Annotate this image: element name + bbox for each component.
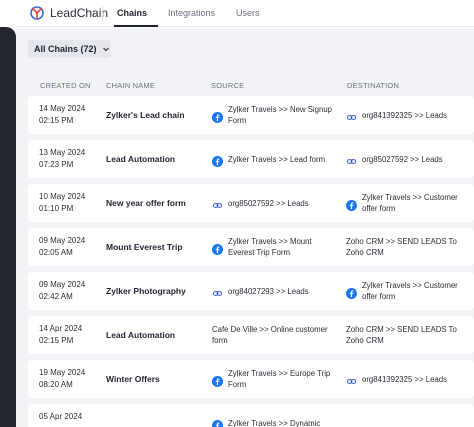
destination-text: org85027592 >> Leads	[362, 154, 443, 164]
created-on: 05 Apr 2024	[39, 411, 82, 423]
chain-destination: Zoho CRM >> SEND LEADS To Zoho CRM	[346, 316, 474, 354]
source-text: Zylker Travels >> Dynamic	[228, 418, 321, 427]
created-time: 07:23 PM	[39, 160, 74, 169]
created-time: 02:05 AM	[39, 248, 73, 257]
side-panel-edge	[0, 27, 16, 427]
column-header-chain-name: CHAIN NAME	[106, 81, 156, 90]
source-text: Zylker Travels >> Mount Everest Trip For…	[228, 237, 312, 257]
created-date: 09 May 2024	[39, 236, 86, 245]
webhook-icon	[346, 110, 357, 121]
table-row[interactable]: 09 May 2024 02:42 AM Zylker Photography org…	[28, 272, 474, 310]
source-text: Zylker Travels >> New Signup Form	[228, 105, 333, 125]
chain-name: Zylker's Lead chain	[106, 110, 185, 120]
destination-text: Zoho CRM >> SEND LEADS To Zoho CRM	[346, 237, 457, 257]
tab-integrations[interactable]: Integrations	[168, 8, 215, 18]
chain-source: org84027293 >> Leads	[212, 272, 338, 310]
facebook-icon	[212, 242, 223, 255]
app-name: LeadChain	[50, 6, 109, 20]
chain-source: Zylker Travels >> Mount Everest Trip For…	[212, 228, 338, 266]
created-on: 19 May 2024 08:20 AM	[39, 367, 85, 391]
destination-text: org841392325 >> Leads	[362, 110, 447, 120]
chain-source: Zylker Travels >> Dynamic	[212, 404, 338, 427]
tab-users[interactable]: Users	[236, 8, 260, 18]
created-on: 14 Apr 2024 02:15 PM	[39, 323, 82, 347]
facebook-icon	[212, 154, 223, 167]
table-row[interactable]: 05 Apr 2024 Zylker Travels >> Dynamic	[28, 404, 474, 427]
chain-destination: org841392325 >> Leads	[346, 96, 474, 134]
created-time: 02:42 AM	[39, 292, 73, 301]
source-text: Zylker Travels >> Europe Trip Form	[228, 369, 331, 389]
chain-source: Zylker Travels >> New Signup Form	[212, 96, 338, 134]
chain-source: Zylker Travels >> Europe Trip Form	[212, 360, 338, 398]
destination-text: Zylker Travels >> Customer offer form	[362, 193, 458, 213]
created-on: 09 May 2024 02:05 AM	[39, 235, 85, 259]
chain-filter-dropdown[interactable]: All Chains (72)	[28, 40, 111, 58]
table-row[interactable]: 09 May 2024 02:05 AM Mount Everest Trip Zyl…	[28, 228, 474, 266]
table-row[interactable]: 14 Apr 2024 02:15 PM Lead Automation Cafe D…	[28, 316, 474, 354]
created-date: 05 Apr 2024	[39, 412, 83, 421]
created-time: 02:15 PM	[39, 116, 74, 125]
created-date: 14 Apr 2024	[39, 324, 83, 333]
column-header-source: SOURCE	[211, 81, 245, 90]
facebook-icon	[346, 198, 357, 211]
chains-panel: All Chains (72) CREATED ON CHAIN NAME SO…	[16, 28, 474, 427]
destination-text: org841392325 >> Leads	[362, 374, 447, 384]
created-date: 14 May 2024	[39, 104, 86, 113]
brand-divider	[102, 6, 103, 21]
leadchain-logo-icon	[30, 6, 44, 20]
source-text: org85027592 >> Leads	[228, 198, 309, 208]
chain-name: Lead Automation	[106, 330, 176, 340]
destination-text: Zylker Travels >> Customer offer form	[362, 281, 458, 301]
table-row[interactable]: 13 May 2024 07:23 PM Lead Automation Zylker…	[28, 140, 474, 178]
chain-source: Zylker Travels >> Lead form	[212, 140, 338, 178]
facebook-icon	[212, 418, 223, 427]
created-time: 01:10 PM	[39, 204, 74, 213]
webhook-icon	[346, 374, 357, 385]
chain-name: Zylker Photography	[106, 286, 186, 296]
chain-destination	[346, 404, 474, 427]
chain-destination: org841392325 >> Leads	[346, 360, 474, 398]
chain-name: Mount Everest Trip	[106, 242, 183, 252]
chain-name: Winter Offers	[106, 374, 160, 384]
table-row[interactable]: 19 May 2024 08:20 AM Winter Offers Zylker T…	[28, 360, 474, 398]
created-date: 19 May 2024	[39, 368, 86, 377]
created-date: 13 May 2024	[39, 148, 86, 157]
chain-source: Cafe De Ville >> Online customer form	[212, 316, 338, 354]
source-text: org84027293 >> Leads	[228, 286, 309, 296]
created-time: 08:20 AM	[39, 380, 73, 389]
created-time: 02:15 PM	[39, 336, 74, 345]
chain-destination: Zylker Travels >> Customer offer form	[346, 184, 474, 222]
chain-destination: Zoho CRM >> SEND LEADS To Zoho CRM	[346, 228, 474, 266]
chain-destination: Zylker Travels >> Customer offer form	[346, 272, 474, 310]
brand: LeadChain	[29, 4, 108, 22]
tab-chains[interactable]: Chains	[117, 8, 147, 18]
created-date: 10 May 2024	[39, 192, 86, 201]
chain-name: Lead Automation	[106, 154, 176, 164]
created-on: 13 May 2024 07:23 PM	[39, 147, 85, 171]
destination-text: Zoho CRM >> SEND LEADS To Zoho CRM	[346, 325, 457, 345]
table-row[interactable]: 14 May 2024 02:15 PM Zylker's Lead chain Zy…	[28, 96, 474, 134]
column-header-destination: DESTINATION	[347, 81, 400, 90]
created-date: 09 May 2024	[39, 280, 86, 289]
chain-name: New year offer form	[106, 198, 186, 208]
webhook-icon	[212, 198, 223, 209]
created-on: 14 May 2024 02:15 PM	[39, 103, 85, 127]
top-navigation-bar: LeadChain Chains Integrations Users	[16, 0, 474, 27]
source-text: Zylker Travels >> Lead form	[228, 154, 326, 164]
facebook-icon	[212, 374, 223, 387]
chain-source: org85027592 >> Leads	[212, 184, 338, 222]
created-on: 09 May 2024 02:42 AM	[39, 279, 85, 303]
chain-destination: org85027592 >> Leads	[346, 140, 474, 178]
filter-label: All Chains (72)	[34, 44, 97, 54]
webhook-icon	[346, 154, 357, 165]
column-header-created: CREATED ON	[40, 81, 91, 90]
chevron-down-icon	[102, 47, 109, 52]
facebook-icon	[346, 286, 357, 299]
webhook-icon	[212, 286, 223, 297]
facebook-icon	[212, 110, 223, 123]
table-row[interactable]: 10 May 2024 01:10 PM New year offer form or…	[28, 184, 474, 222]
created-on: 10 May 2024 01:10 PM	[39, 191, 85, 215]
source-text: Cafe De Ville >> Online customer form	[212, 325, 328, 345]
active-tab-indicator	[114, 25, 158, 27]
